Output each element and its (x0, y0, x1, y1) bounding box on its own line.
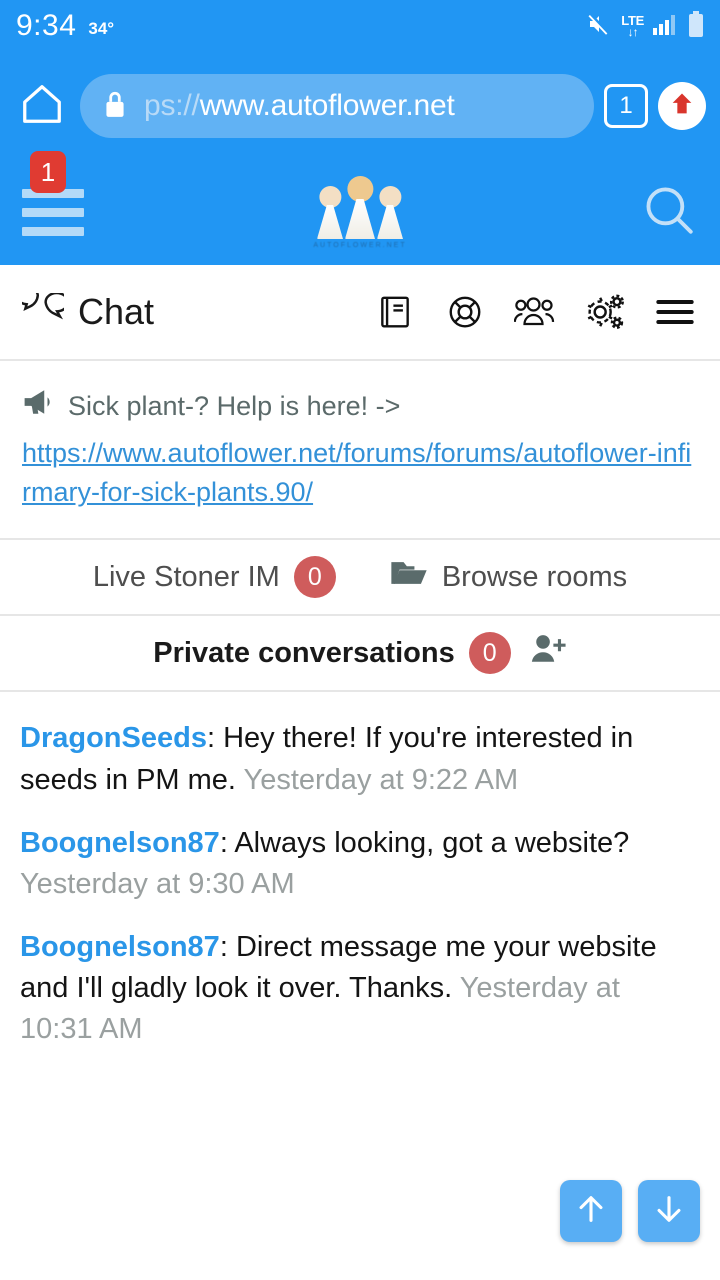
members-users-icon[interactable] (512, 289, 558, 335)
announcement-banner: Sick plant-? Help is here! -> https://ww… (0, 361, 720, 541)
logo-subtext: AUTOFLOWER.NET (313, 242, 407, 249)
page-action-button[interactable] (658, 82, 706, 130)
status-icons: LTE ↓↑ (586, 10, 704, 42)
message-text: Always looking, got a website? (234, 826, 630, 859)
message-separator: : (206, 722, 224, 755)
live-stoner-im-link[interactable]: Live Stoner IM 0 (92, 556, 336, 599)
scroll-down-button[interactable] (638, 1180, 700, 1242)
message-timestamp: Yesterday at 9:22 AM (243, 763, 519, 796)
scroll-up-button[interactable] (560, 1180, 622, 1242)
data-transfer-arrows: ↓↑ (627, 25, 639, 39)
chat-message: DragonSeeds: Hey there! If you're intere… (20, 718, 700, 800)
site-header: 1 AUTOFLOWER.NET (0, 151, 720, 265)
live-stoner-im-count: 0 (293, 556, 336, 599)
arrow-up-icon (574, 1192, 608, 1231)
rooms-row: Live Stoner IM 0 Browse rooms (0, 540, 720, 617)
private-conversations-link[interactable]: Private conversations 0 (153, 632, 511, 675)
private-conversations-row: Private conversations 0 (0, 616, 720, 693)
battery-icon (688, 10, 704, 42)
scroll-buttons (560, 1180, 700, 1242)
browser-toolbar: ps://www.autoflower.net 1 (0, 52, 720, 160)
signal-bars-icon (653, 13, 679, 40)
rules-book-icon[interactable] (372, 289, 418, 335)
add-user-icon (529, 632, 567, 674)
chat-settings-gears-icon[interactable] (582, 289, 628, 335)
message-separator: : (219, 826, 235, 859)
message-timestamp: Yesterday at 9:30 AM (20, 867, 295, 900)
page-title-text: Chat (78, 291, 155, 332)
url-domain: www.autoflower.net (199, 89, 455, 122)
page-title: Chat (15, 285, 155, 333)
chat-toolbar: Chat (0, 265, 720, 361)
logo-figures-icon (317, 176, 403, 239)
start-conversation-button[interactable] (529, 632, 567, 674)
folder-open-icon (390, 558, 428, 596)
site-logo[interactable]: AUTOFLOWER.NET (313, 176, 406, 249)
site-menu-button[interactable]: 1 (22, 151, 102, 236)
home-icon (19, 81, 65, 132)
chat-options-menu-icon[interactable] (652, 289, 698, 335)
chat-toolbar-icons (372, 289, 698, 335)
announcement-link[interactable]: https://www.autoflower.net/forums/forums… (22, 434, 698, 512)
browse-rooms-link[interactable]: Browse rooms (390, 558, 627, 596)
search-icon (640, 181, 698, 244)
chat-bubbles-icon (15, 285, 70, 332)
tab-counter-button[interactable]: 1 (604, 84, 648, 128)
upload-arrow-icon (668, 90, 696, 123)
message-username[interactable]: DragonSeeds (20, 722, 207, 754)
lock-icon (102, 89, 128, 124)
site-menu-badge: 1 (30, 151, 66, 193)
chat-message: Boognelson87: Always looking, got a webs… (20, 823, 700, 905)
hamburger-menu-icon (22, 189, 102, 236)
browse-rooms-label: Browse rooms (441, 560, 628, 593)
arrow-down-icon (652, 1192, 686, 1231)
megaphone-icon (22, 387, 56, 428)
private-conversations-label: Private conversations (153, 636, 455, 669)
chat-message-list: DragonSeeds: Hey there! If you're intere… (0, 692, 720, 1050)
chat-message: Boognelson87: Direct message me your web… (20, 927, 700, 1051)
url-text: ps://www.autoflower.net (144, 89, 455, 123)
home-button[interactable] (14, 78, 70, 134)
volume-mute-icon (586, 12, 612, 41)
announcement-text: Sick plant-? Help is here! -> (68, 391, 401, 421)
status-bar: 9:34 34° LTE ↓↑ (0, 0, 720, 52)
status-time: 9:34 (16, 9, 77, 42)
help-lifering-icon[interactable] (442, 289, 488, 335)
private-conversations-count: 0 (468, 632, 511, 675)
message-username[interactable]: Boognelson87 (20, 931, 220, 963)
url-bar[interactable]: ps://www.autoflower.net (80, 74, 594, 138)
site-search-button[interactable] (640, 181, 698, 244)
message-username[interactable]: Boognelson87 (20, 827, 220, 859)
live-stoner-im-label: Live Stoner IM (92, 560, 280, 593)
status-temperature: 34° (88, 19, 115, 38)
url-prefix: ps:// (144, 89, 200, 122)
lte-icon: LTE ↓↑ (621, 14, 644, 38)
message-separator: : (219, 931, 236, 964)
